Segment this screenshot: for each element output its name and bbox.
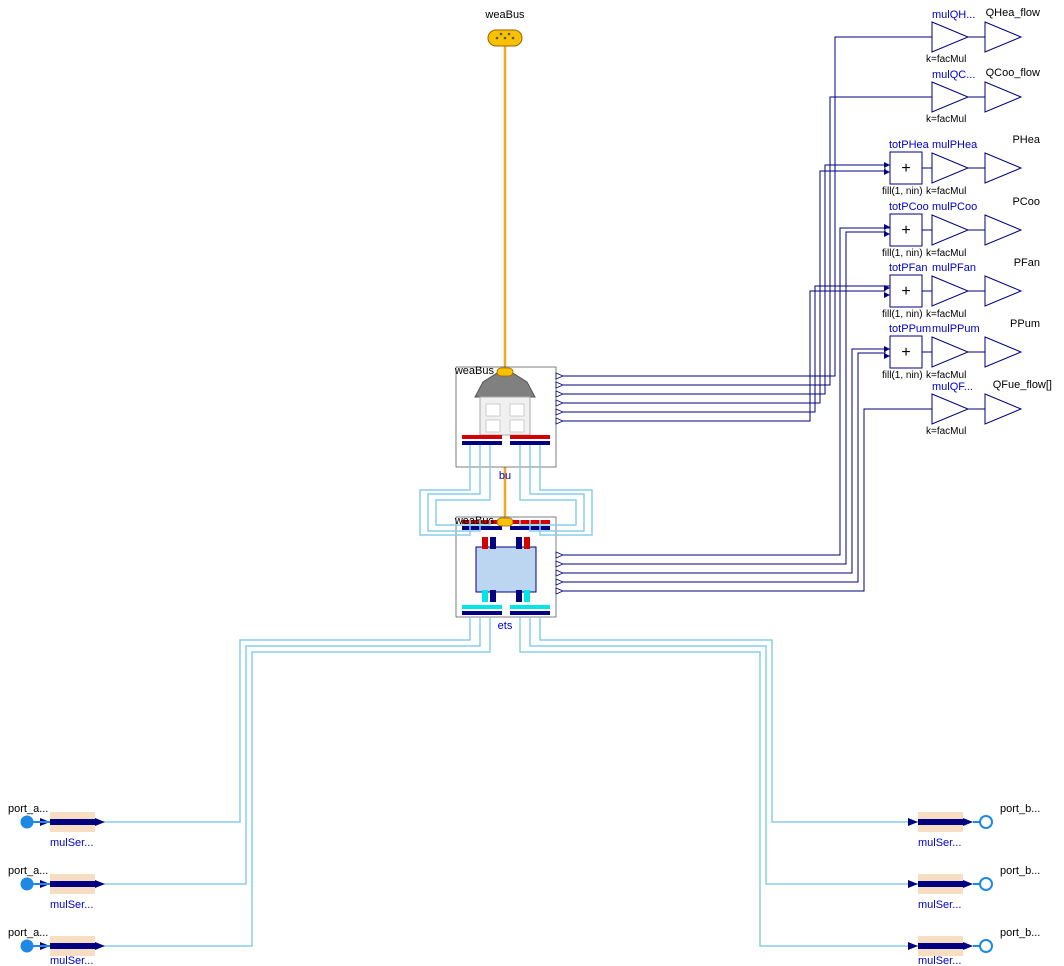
- port-b-1-name: mulSer...: [918, 899, 961, 911]
- totPFan-fill: fill(1, nin): [882, 309, 923, 320]
- totPPum-sum[interactable]: +: [884, 336, 922, 368]
- port-a-2[interactable]: [21, 936, 105, 956]
- port-b-0-portlabel: port_b...: [1000, 803, 1040, 815]
- mulPCoo-k: k=facMul: [926, 248, 966, 259]
- mulQFue-gain[interactable]: [932, 394, 968, 424]
- port-a-0-name: mulSer...: [50, 837, 93, 849]
- port-b-1[interactable]: [908, 874, 992, 894]
- port-a-1[interactable]: [21, 874, 105, 894]
- building-weabus-label: weaBus: [454, 365, 495, 377]
- PPum-port-label: PPum: [1010, 318, 1040, 330]
- mulPHea-gain[interactable]: [932, 153, 968, 183]
- mulPPum-k: k=facMul: [926, 370, 966, 381]
- mulPHea-k: k=facMul: [926, 186, 966, 197]
- PHea-port[interactable]: [985, 153, 1021, 183]
- mulQHea-k: k=facMul: [926, 54, 966, 65]
- mulPCoo-gain[interactable]: [932, 215, 968, 245]
- PFan-port[interactable]: [985, 276, 1021, 306]
- port-a-0[interactable]: [21, 812, 105, 832]
- mulQFue-label: mulQF...: [932, 381, 973, 393]
- PHea-port-label: PHea: [1012, 134, 1040, 146]
- QCoo-port-label: QCoo_flow: [986, 67, 1040, 79]
- totPCoo-sum[interactable]: +: [884, 214, 922, 246]
- mulPFan-gain[interactable]: [932, 276, 968, 306]
- svg-text:+: +: [901, 283, 910, 300]
- totPCoo-label: totPCoo: [889, 201, 929, 213]
- totPFan-label: totPFan: [889, 262, 928, 274]
- totPHea-sum[interactable]: +: [884, 152, 922, 184]
- ets-weabus-badge: [497, 518, 513, 526]
- QHea-port[interactable]: [985, 22, 1021, 52]
- svg-text:+: +: [901, 222, 910, 239]
- mulPPum-label: mulPPum: [932, 323, 980, 335]
- port-b-0[interactable]: [908, 812, 992, 832]
- port-b-0-name: mulSer...: [918, 837, 961, 849]
- mulPHea-label: mulPHea: [932, 139, 978, 151]
- QCoo-port[interactable]: [985, 82, 1021, 112]
- signal-lines: [563, 37, 932, 591]
- mulQCoo-label: mulQC...: [932, 69, 975, 81]
- PFan-port-label: PFan: [1014, 257, 1040, 269]
- port-a-2-name: mulSer...: [50, 955, 93, 966]
- building-weabus-badge: [497, 368, 513, 376]
- port-a-0-portlabel: port_a...: [8, 803, 48, 815]
- QHea-port-label: QHea_flow: [986, 7, 1040, 19]
- mulPCoo-label: mulPCoo: [932, 201, 977, 213]
- port-b-2[interactable]: [908, 936, 992, 956]
- weabus-top-label: weaBus: [484, 9, 525, 21]
- building-label: bu: [499, 470, 511, 482]
- port-b-1-portlabel: port_b...: [1000, 865, 1040, 877]
- PCoo-port[interactable]: [985, 215, 1021, 245]
- totPCoo-fill: fill(1, nin): [882, 248, 923, 259]
- mulQCoo-gain[interactable]: [932, 82, 968, 112]
- mulQFue-k: k=facMul: [926, 426, 966, 437]
- mulQCoo-k: k=facMul: [926, 114, 966, 125]
- PCoo-port-label: PCoo: [1012, 196, 1040, 208]
- ets-label: ets: [498, 620, 513, 632]
- service-pipes: [95, 617, 918, 946]
- mulQHea-gain[interactable]: [932, 22, 968, 52]
- mulPPum-gain[interactable]: [932, 337, 968, 367]
- mulPFan-label: mulPFan: [932, 262, 976, 274]
- port-a-1-portlabel: port_a...: [8, 865, 48, 877]
- QFue-port[interactable]: [985, 394, 1021, 424]
- diagram-canvas: weaBus weaBus bu: [0, 0, 1064, 966]
- totPFan-sum[interactable]: +: [884, 275, 922, 307]
- totPHea-label: totPHea: [889, 139, 930, 151]
- mulPFan-k: k=facMul: [926, 309, 966, 320]
- totPPum-fill: fill(1, nin): [882, 370, 923, 381]
- totPHea-fill: fill(1, nin): [882, 186, 923, 197]
- port-a-1-name: mulSer...: [50, 899, 93, 911]
- totPPum-label: totPPum: [889, 323, 931, 335]
- mulQHea-label: mulQH...: [932, 9, 975, 21]
- port-a-2-portlabel: port_a...: [8, 927, 48, 939]
- PPum-port[interactable]: [985, 337, 1021, 367]
- weabus-connector-top[interactable]: [488, 30, 522, 46]
- svg-text:+: +: [901, 160, 910, 177]
- QFue-port-label: QFue_flow[]: [993, 379, 1052, 391]
- port-b-2-portlabel: port_b...: [1000, 927, 1040, 939]
- svg-text:+: +: [901, 344, 910, 361]
- port-b-2-name: mulSer...: [918, 955, 961, 966]
